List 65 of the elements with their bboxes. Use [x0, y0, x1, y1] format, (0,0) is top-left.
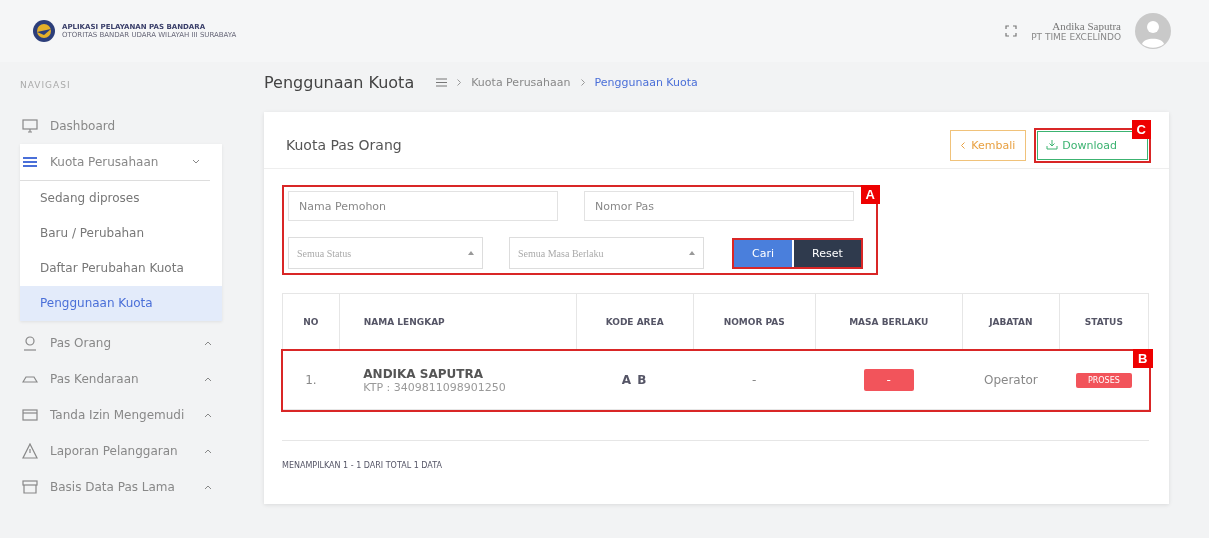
callout-label: B — [1133, 349, 1153, 368]
section-label: NAVIGASI — [20, 80, 72, 90]
name-field[interactable]: Nama Pemohon — [288, 191, 558, 221]
submenu-item[interactable]: Penggunaan Kuota — [20, 286, 222, 321]
user-name: Andika Saputra — [1052, 20, 1121, 32]
validity-dropdown[interactable]: Semua Masa Berlaku — [509, 237, 704, 269]
column-header: KODE AREA — [576, 293, 694, 351]
caret-icon — [204, 484, 212, 490]
column-header: JABATAN — [962, 293, 1060, 351]
caret-icon — [204, 340, 212, 346]
sidebar-item[interactable]: Pas Kendaraan — [20, 361, 222, 397]
caret-icon — [204, 376, 212, 382]
monitor-icon — [22, 118, 38, 134]
archive-icon — [22, 479, 38, 495]
card-title: Kuota Pas Orang — [286, 137, 402, 153]
breadcrumb-link[interactable]: Penggunaan Kuota — [594, 75, 698, 89]
summary-text: MENAMPILKAN 1 - 1 DARI TOTAL 1 DATA — [282, 461, 443, 470]
caret-icon — [204, 448, 212, 454]
column-header: NO — [282, 293, 340, 351]
chevron-icon — [457, 78, 462, 86]
sidebar-item[interactable]: Pas Orang — [20, 325, 222, 361]
caret-icon — [468, 251, 474, 255]
submenu-item[interactable]: Sedang diproses — [20, 181, 222, 216]
page-title: Penggunaan Kuota — [264, 72, 415, 92]
sidebar-item[interactable]: Kuota Perusahaan — [20, 144, 210, 181]
id-number: KTP : 3409811098901250 — [363, 380, 507, 394]
callout-label: C — [1131, 119, 1151, 139]
reset-button[interactable]: Reset — [792, 239, 861, 267]
callout-label: A — [860, 185, 880, 204]
submenu-item[interactable]: Baru / Perubahan — [20, 216, 222, 251]
column-header: NOMOR PAS — [693, 293, 816, 351]
avatar-icon[interactable] — [1135, 13, 1171, 49]
table-cell: 1. — [282, 350, 340, 410]
caret-icon — [192, 159, 200, 165]
caret-icon — [204, 412, 212, 418]
chevron-icon — [961, 141, 966, 149]
sidebar-item[interactable]: Dashboard — [20, 108, 222, 144]
menu-icon — [22, 154, 38, 170]
download-icon — [1046, 140, 1059, 150]
sidebar-item[interactable]: Basis Data Pas Lama — [20, 469, 222, 505]
person-icon — [22, 335, 38, 351]
pass-number-field[interactable]: Nomor Pas — [584, 191, 854, 221]
user-company: PT TIME EXCELINDO — [1031, 32, 1121, 42]
table-cell: - — [693, 350, 816, 410]
column-header: NAMA LENGKAP — [339, 293, 576, 351]
validity-badge: - — [863, 369, 914, 391]
card-icon — [22, 407, 38, 423]
sidebar-item[interactable]: Tanda Izin Mengemudi — [20, 397, 222, 433]
chevron-icon — [580, 78, 585, 86]
emblem-icon — [32, 19, 56, 43]
search-button[interactable]: Cari — [734, 239, 792, 267]
submenu-item[interactable]: Daftar Perubahan Kuota — [20, 251, 222, 286]
status-dropdown[interactable]: Semua Status — [288, 237, 483, 269]
breadcrumb-link[interactable]: Kuota Perusahaan — [471, 75, 571, 89]
column-header: MASA BERLAKU — [815, 293, 963, 351]
person-name: ANDIKA SAPUTRA — [363, 366, 484, 381]
warning-icon — [22, 443, 38, 459]
back-button[interactable]: Kembali — [950, 129, 1027, 161]
sidebar-item[interactable]: Laporan Pelanggaran — [20, 433, 222, 469]
table-cell: A B — [576, 350, 694, 410]
caret-icon — [689, 251, 695, 255]
status-badge: PROSES — [1075, 373, 1132, 388]
fullscreen-icon[interactable] — [1005, 25, 1018, 37]
table-cell: Operator — [962, 350, 1060, 410]
menu-icon[interactable] — [436, 77, 448, 87]
